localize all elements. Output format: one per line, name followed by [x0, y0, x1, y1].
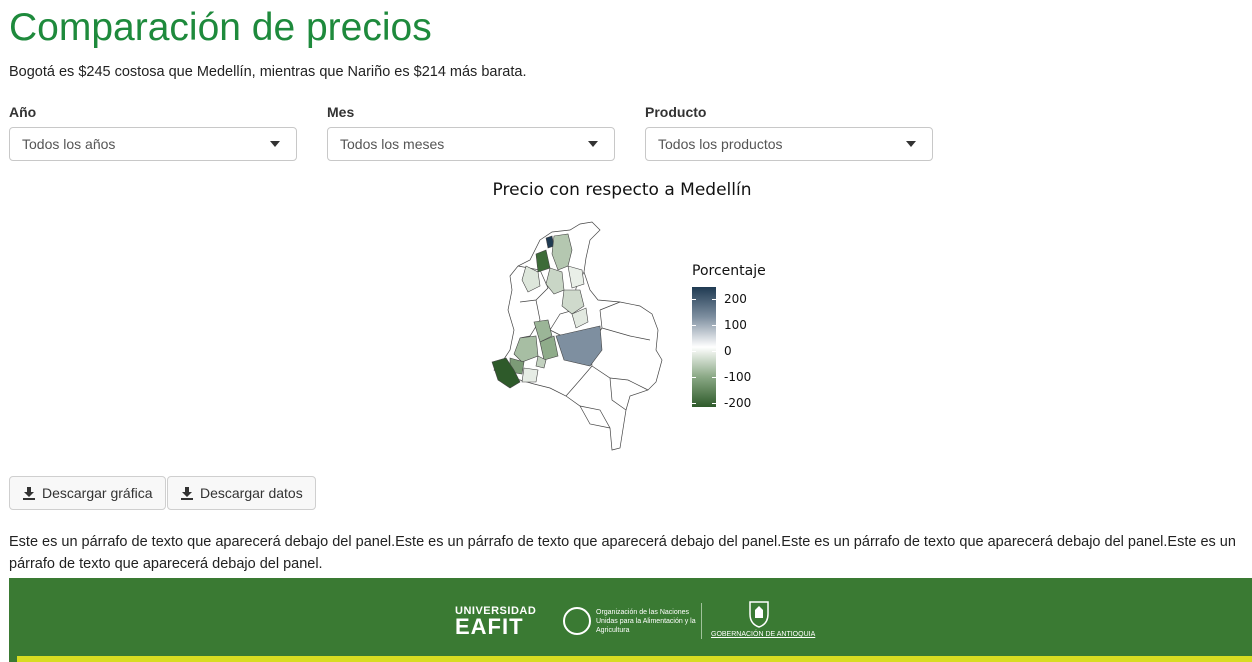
antioquia-logo-text: GOBERNACIÓN DE ANTIOQUIA	[711, 631, 816, 638]
legend-tick-mark	[692, 325, 696, 326]
legend-tick-mark	[692, 299, 696, 300]
filter-product: Producto Todos los productos	[645, 104, 933, 161]
legend-tick-mark	[712, 351, 716, 352]
legend-title: Porcentaje	[692, 263, 766, 279]
download-icon	[23, 487, 35, 500]
chevron-down-icon	[906, 141, 916, 147]
product-select-value: Todos los productos	[658, 136, 783, 152]
legend-tick-mark	[712, 325, 716, 326]
month-select[interactable]: Todos los meses	[327, 127, 615, 161]
map-title: Precio con respecto a Medellín	[492, 180, 752, 200]
download-icon	[181, 487, 193, 500]
colombia-choropleth-map	[491, 221, 663, 451]
footer-divider	[701, 603, 702, 639]
footer-stripe	[17, 656, 1252, 662]
filter-month-label: Mes	[327, 104, 355, 120]
product-select[interactable]: Todos los productos	[645, 127, 933, 161]
year-select[interactable]: Todos los años	[9, 127, 297, 161]
filter-year-label: Año	[9, 104, 37, 120]
month-select-value: Todos los meses	[340, 136, 445, 152]
legend-tick-mark	[712, 377, 716, 378]
footer-banner: UNIVERSIDAD EAFIT Organización de las Na…	[9, 578, 1252, 662]
legend-tick-label: 100	[724, 318, 747, 332]
legend-tick-mark	[692, 351, 696, 352]
chevron-down-icon	[270, 141, 280, 147]
eafit-logo: UNIVERSIDAD EAFIT	[455, 605, 537, 639]
info-paragraph: Este es un párrafo de texto que aparecer…	[9, 534, 1236, 572]
filter-month: Mes Todos los meses	[327, 104, 615, 161]
fao-logo-text: Organización de las Naciones Unidas para…	[596, 609, 696, 634]
download-data-label: Descargar datos	[200, 485, 303, 501]
legend-tick-label: -100	[724, 370, 752, 384]
legend-tick-mark	[692, 377, 696, 378]
year-select-value: Todos los años	[22, 136, 116, 152]
antioquia-crest-icon	[749, 601, 769, 628]
filter-product-label: Producto	[645, 104, 707, 120]
map-region-cauca	[521, 367, 539, 383]
download-chart-label: Descargar gráfica	[42, 485, 153, 501]
legend-tick-mark	[712, 299, 716, 300]
legend-tick-mark	[692, 403, 696, 404]
download-chart-button[interactable]: Descargar gráfica	[9, 476, 166, 510]
legend-tick-label: -200	[724, 396, 752, 410]
filter-year: Año Todos los años	[9, 104, 297, 161]
legend-tick-label: 0	[724, 344, 732, 358]
legend-tick-label: 200	[724, 292, 747, 306]
download-data-button[interactable]: Descargar datos	[167, 476, 316, 510]
legend-colorbar	[692, 287, 716, 407]
chevron-down-icon	[588, 141, 598, 147]
fao-logo-icon	[563, 607, 591, 635]
legend-tick-mark	[712, 403, 716, 404]
page-title: Comparación de precios	[9, 6, 432, 49]
page-subtitle: Bogotá es $245 costosa que Medellín, mie…	[9, 64, 527, 80]
